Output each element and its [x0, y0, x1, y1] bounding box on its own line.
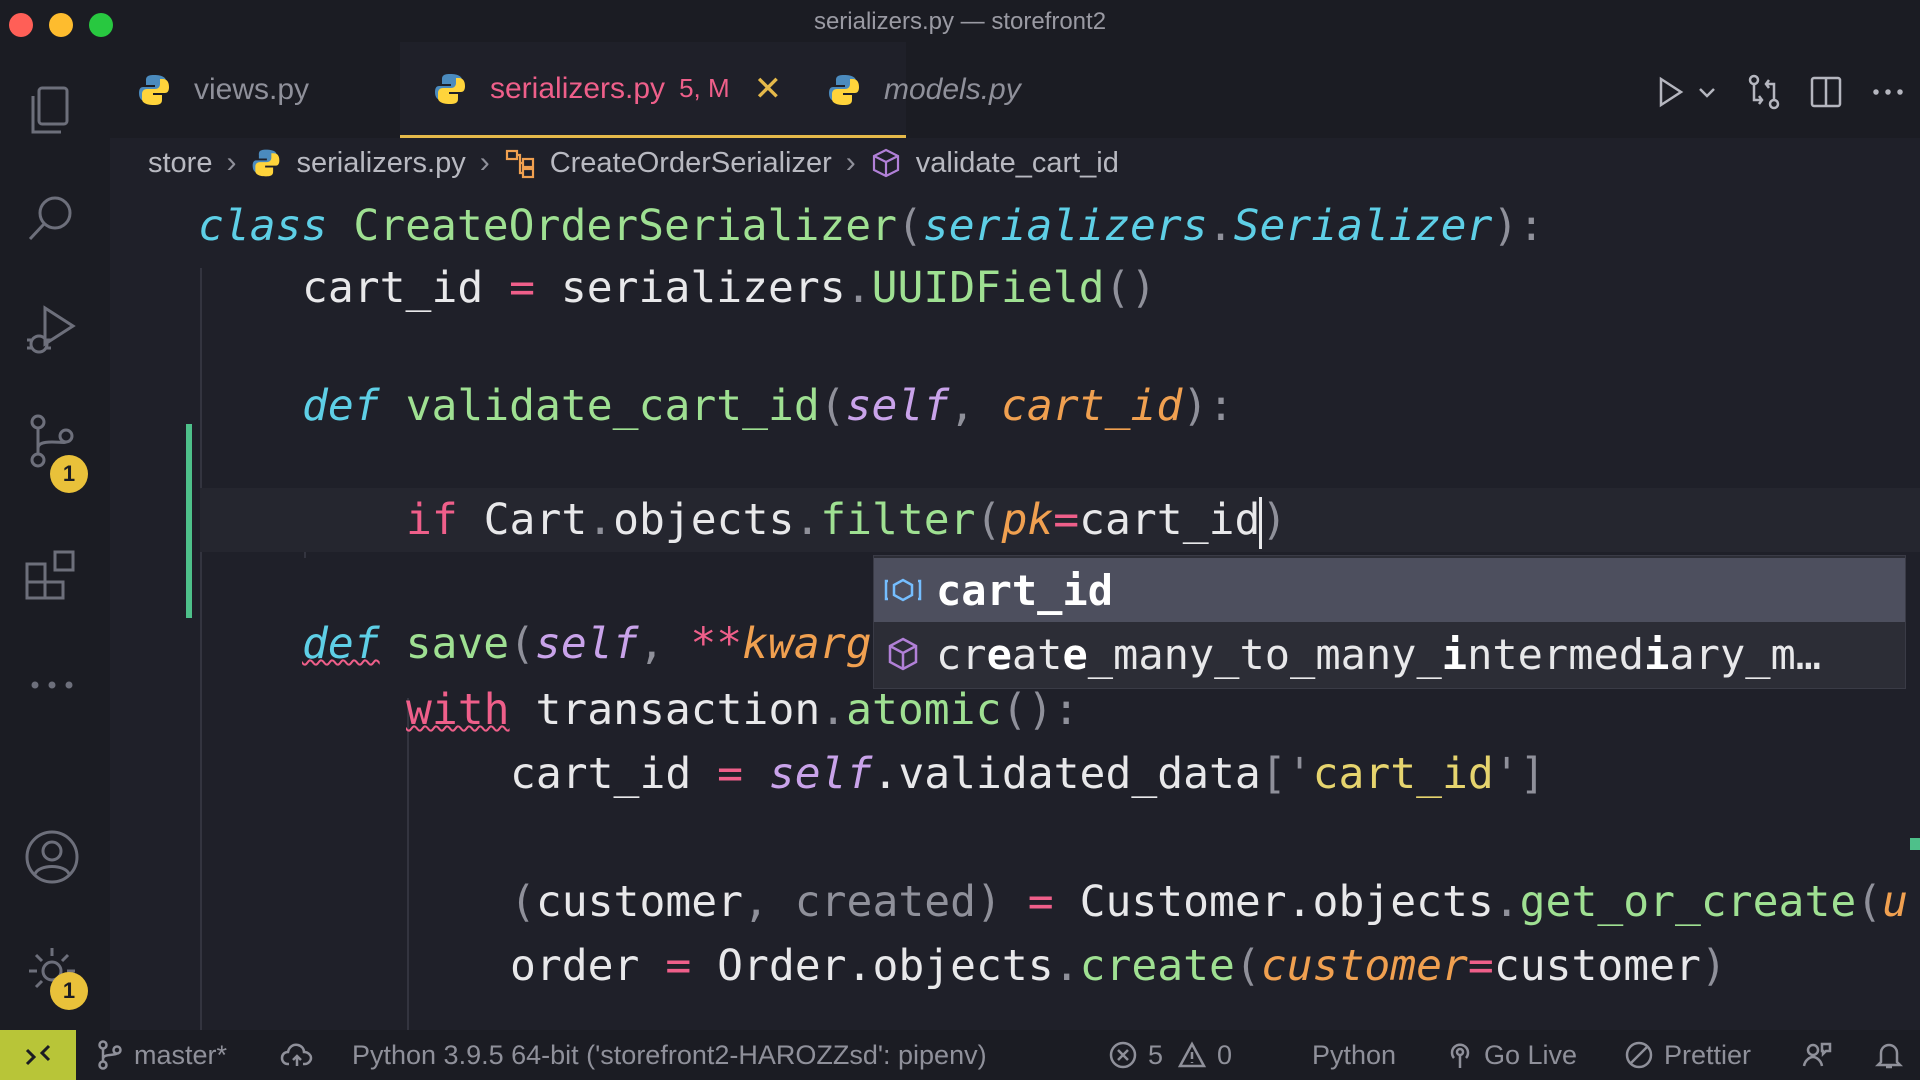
feedback-button[interactable]: [1802, 1030, 1842, 1080]
problems-indicator[interactable]: 5 0: [1108, 1030, 1232, 1080]
suggestion-item-selected[interactable]: cart_id: [874, 558, 1905, 622]
window-title: serializers.py — storefront2: [813, 8, 1107, 35]
run-debug-icon[interactable]: [19, 296, 85, 362]
feedback-icon: [1802, 1042, 1832, 1067]
split-editor-icon[interactable]: [1804, 70, 1848, 114]
branch-name: master*: [134, 1039, 228, 1070]
more-icon[interactable]: [19, 652, 85, 718]
code-line: order = Order.objects.create(customer=cu…: [510, 941, 1727, 991]
chevron-right-icon: ›: [845, 146, 856, 179]
notifications-button[interactable]: [1874, 1030, 1914, 1080]
python-file-icon: [829, 75, 859, 105]
method-symbol-icon: [872, 148, 899, 178]
cloud-upload-icon: [280, 1043, 313, 1066]
sync-button[interactable]: [280, 1030, 324, 1080]
source-control-badge: 1: [50, 455, 88, 493]
warning-count: 0: [1217, 1039, 1233, 1070]
activity-bar: 1 1: [0, 42, 110, 1030]
suggestion-label: cart_id: [936, 565, 1114, 615]
status-bar: master* Python 3.9.5 64-bit ('storefront…: [0, 1030, 1920, 1080]
python-interpreter-label: Python 3.9.5 64-bit ('storefront2-HAROZZ…: [352, 1039, 987, 1070]
python-interpreter[interactable]: Python 3.9.5 64-bit ('storefront2-HAROZZ…: [352, 1030, 987, 1080]
go-live-button[interactable]: Go Live: [1446, 1030, 1577, 1080]
error-icon: [1109, 1041, 1137, 1069]
language-mode[interactable]: Python: [1312, 1030, 1396, 1080]
extensions-icon[interactable]: [19, 540, 85, 606]
tab-label: serializers.py: [490, 71, 666, 105]
tab-label: models.py: [884, 73, 1021, 106]
python-file-icon: [253, 149, 280, 177]
settings-badge: 1: [50, 972, 88, 1010]
code-line: def save(self, **kwarg: [302, 619, 872, 669]
editor-tabs: views.py serializers.py 5, M ✕ models.py: [110, 42, 1920, 138]
account-icon[interactable]: [19, 824, 85, 890]
breadcrumb-method[interactable]: validate_cart_id: [916, 147, 1119, 180]
breadcrumb: store › serializers.py › CreateOrderSeri…: [148, 138, 1119, 188]
tab-problems-badge: 5, M: [679, 73, 730, 103]
bell-icon: [1874, 1043, 1904, 1069]
tab-views[interactable]: views.py: [136, 42, 406, 138]
warning-icon: [1177, 1041, 1207, 1068]
chevron-right-icon: ›: [479, 146, 490, 179]
git-branch[interactable]: master*: [96, 1030, 227, 1080]
variable-icon: [884, 578, 922, 602]
close-tab-icon[interactable]: ✕: [754, 69, 783, 109]
code-line: def validate_cart_id(self, cart_id):: [302, 381, 1235, 431]
breadcrumb-class[interactable]: CreateOrderSerializer: [550, 147, 832, 180]
tab-label: views.py: [194, 73, 310, 106]
title-bar: serializers.py — storefront2: [0, 0, 1920, 42]
chevron-down-icon[interactable]: [1685, 70, 1729, 114]
class-symbol-icon: [505, 149, 534, 179]
breadcrumb-file[interactable]: serializers.py: [296, 147, 465, 180]
more-actions-icon[interactable]: [1866, 70, 1910, 114]
prettier-button[interactable]: Prettier: [1624, 1030, 1751, 1080]
suggestion-item[interactable]: create_many_to_many_intermediary_m…: [874, 622, 1905, 686]
python-file-icon: [435, 73, 465, 104]
compare-changes-icon[interactable]: [1742, 70, 1786, 114]
code-line: cart_id = self.validated_data['cart_id']: [510, 749, 1546, 799]
chevron-right-icon: ›: [226, 146, 237, 179]
code-line: class CreateOrderSerializer(serializers.…: [198, 201, 1545, 251]
broadcast-icon: [1450, 1043, 1470, 1068]
python-file-icon: [139, 75, 169, 105]
prettier-disabled-icon: [1625, 1041, 1653, 1069]
error-count: 5: [1148, 1039, 1164, 1070]
autocomplete-popup: cart_id create_many_to_many_intermediary…: [873, 555, 1906, 689]
explorer-icon[interactable]: [19, 78, 85, 144]
language-label: Python: [1312, 1039, 1397, 1070]
indent-guide: [407, 698, 409, 1030]
scrollbar-marker: [1910, 838, 1920, 850]
code-line: (customer, created) = Customer.objects.g…: [510, 877, 1908, 927]
method-icon: [888, 637, 918, 671]
go-live-label: Go Live: [1484, 1039, 1578, 1070]
breadcrumb-folder[interactable]: store: [148, 147, 212, 180]
remote-icon: [25, 1044, 51, 1066]
git-branch-icon: [98, 1040, 122, 1070]
suggestion-label: create_many_to_many_intermediary_m…: [936, 629, 1822, 679]
code-line: cart_id = serializers.UUIDField(): [302, 263, 1157, 313]
prettier-label: Prettier: [1664, 1039, 1752, 1070]
code-line: if Cart.objects.filter(pk=cart_id): [406, 488, 1287, 552]
remote-button[interactable]: [0, 1030, 76, 1080]
tab-models[interactable]: models.py: [826, 42, 1126, 138]
indent-guide: [200, 268, 202, 1030]
search-icon[interactable]: [19, 185, 85, 251]
git-added-indicator: [186, 424, 192, 618]
